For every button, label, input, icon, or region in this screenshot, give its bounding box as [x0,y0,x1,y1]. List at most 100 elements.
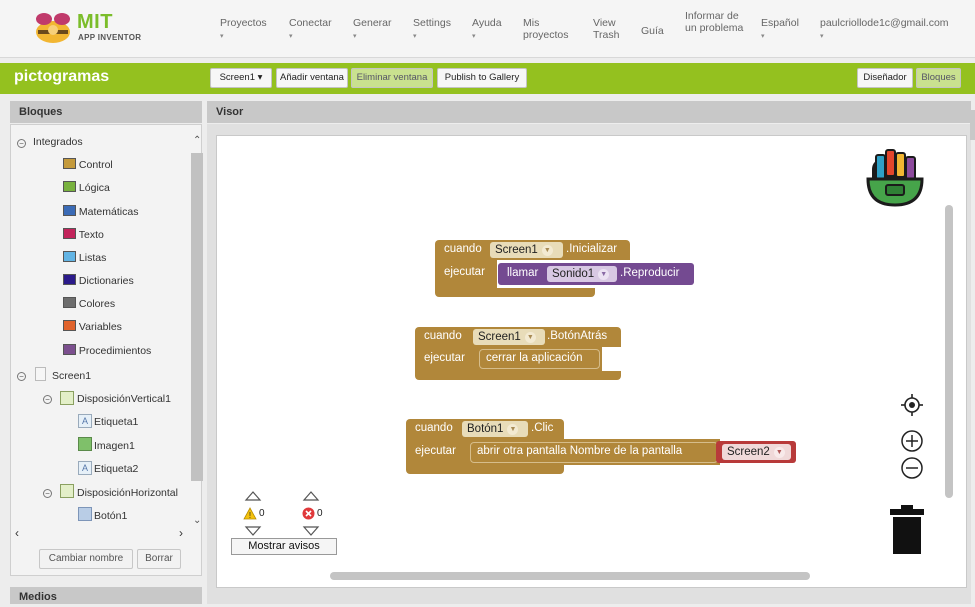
component-dropdown[interactable]: Botón1 ▼ [462,421,528,437]
dropdown-value: Sonido1 [552,268,595,280]
category-label: Control [78,159,113,171]
tree-horizontal-scrollbar[interactable]: ‹ › [11,526,203,541]
scroll-thumb[interactable] [191,153,203,481]
nav-account[interactable]: paulcriollode1c@gmail.com ▾ [820,17,949,43]
dropdown-arrow-icon: ▼ [773,447,785,458]
component-etiqueta2[interactable]: Etiqueta2 [94,463,138,475]
screen-name-dropdown[interactable]: Screen2 ▼ [722,444,791,460]
component-imagen1[interactable]: Imagen1 [94,440,135,452]
component-boton1[interactable]: Botón1 [94,510,127,522]
nav-language[interactable]: Español ▾ [761,17,799,43]
zoom-in-icon[interactable] [900,429,924,453]
call-block-sound-play[interactable]: llamar Sonido1 ▼ .Reproducir [498,263,694,285]
nav-label: Settings [413,17,451,29]
category-text[interactable]: Texto [63,228,104,241]
designer-button[interactable]: Diseñador [857,68,913,88]
category-lists[interactable]: Listas [63,251,106,264]
tree-builtin[interactable]: Integrados [33,136,83,148]
dropdown-value: Screen1 [478,331,521,343]
component-disposicion-horizontal[interactable]: DisposiciónHorizontal [77,487,178,499]
nav-conectar[interactable]: Conectar ▾ [289,17,332,43]
category-procedures[interactable]: Procedimientos [63,344,151,357]
collapse-icon[interactable]: − [17,372,26,381]
button-icon [78,507,92,521]
dropdown-value: Screen1 [495,244,538,256]
collapse-icon[interactable]: − [43,395,52,404]
text-block-screen2[interactable]: Screen2 ▼ [716,441,796,463]
scroll-down-icon[interactable]: ⌄ [193,515,201,526]
backpack-icon[interactable] [862,145,928,211]
component-disposicion-vertical1[interactable]: DisposiciónVertical1 [77,393,171,405]
nav-settings[interactable]: Settings ▾ [413,17,451,43]
add-screen-button[interactable]: Añadir ventana [276,68,348,88]
procedures-color-icon [63,344,76,355]
chevron-down-icon: ▾ [353,33,357,40]
delete-button[interactable]: Borrar [137,549,181,569]
category-variables[interactable]: Variables [63,320,122,333]
remove-screen-button[interactable]: Eliminar ventana [351,68,433,88]
dropdown-arrow-icon: ▼ [541,245,553,256]
canvas-vertical-scrollbar[interactable] [945,205,953,498]
collapse-icon[interactable]: − [43,489,52,498]
category-logic[interactable]: Lógica [63,181,110,194]
category-label: Colores [78,298,116,310]
category-control[interactable]: Control [63,158,113,171]
nav-proyectos[interactable]: Proyectos ▾ [220,17,267,43]
error-icon [302,507,315,520]
center-target-icon[interactable] [901,394,923,416]
brand-subtitle: APP INVENTOR [78,33,142,42]
nav-guia[interactable]: Guía [641,25,664,37]
nav-informar-problema[interactable]: Informar de un problema [685,10,745,34]
category-math[interactable]: Matemáticas [63,205,138,218]
blocks-button[interactable]: Bloques [916,68,961,88]
nav-generar[interactable]: Generar ▾ [353,17,392,43]
component-etiqueta1[interactable]: Etiqueta1 [94,416,138,428]
errors-up-arrow-icon[interactable] [302,490,320,502]
screen-select[interactable]: Screen1 ▾ [210,68,272,88]
nav-mis-proyectos[interactable]: Mis proyectos [523,17,571,41]
label-icon: A [78,461,92,475]
chevron-down-icon: ▾ [472,33,476,40]
event-block-screen1-initialize[interactable]: cuando Screen1 ▼ .Inicializar [435,240,630,260]
event-block-button1-click[interactable]: cuando Botón1 ▼ .Clic [406,419,564,439]
zoom-out-icon[interactable] [900,456,924,480]
errors-down-arrow-icon[interactable] [302,525,320,537]
category-dictionaries[interactable]: Dictionaries [63,274,134,287]
scroll-up-icon[interactable]: ⌃ [193,135,201,146]
tree-vertical-scrollbar[interactable]: ⌃ ⌄ [191,135,203,529]
warnings-up-arrow-icon[interactable] [244,490,262,502]
warnings-down-arrow-icon[interactable] [244,525,262,537]
nav-label: Ayuda [472,17,502,29]
action-block-open-screen[interactable]: abrir otra pantalla Nombre de la pantall… [468,439,720,465]
rename-button[interactable]: Cambiar nombre [39,549,133,569]
component-screen1[interactable]: Screen1 [52,370,91,382]
category-label: Dictionaries [78,275,134,287]
canvas-horizontal-scrollbar[interactable] [330,572,810,580]
event-block-screen1-back-pressed[interactable]: cuando Screen1 ▼ .BotónAtrás [415,327,621,347]
nav-view-trash[interactable]: View Trash [593,17,629,41]
event-block-body: ejecutar [415,347,477,371]
top-navigation: MIT APP INVENTOR Proyectos ▾ Conectar ▾ … [0,0,975,58]
chevron-down-icon: ▾ [413,33,417,40]
show-warnings-button[interactable]: Mostrar avisos [231,538,337,555]
nav-label: Proyectos [220,17,267,29]
publish-gallery-button[interactable]: Publish to Gallery [437,68,527,88]
page-scrollbar[interactable] [970,110,975,140]
chevron-down-icon: ▾ [761,33,765,40]
app-inventor-logo[interactable]: MIT APP INVENTOR [32,10,172,50]
collapse-icon[interactable]: − [17,139,26,148]
component-dropdown[interactable]: Screen1 ▼ [490,242,563,258]
label-icon: A [78,414,92,428]
component-dropdown[interactable]: Sonido1 ▼ [547,266,617,282]
component-dropdown[interactable]: Screen1 ▼ [473,329,545,345]
scroll-right-icon[interactable]: › [179,526,183,540]
block-event: .Clic [531,422,554,434]
lists-color-icon [63,251,76,262]
scroll-left-icon[interactable]: ‹ [15,526,19,540]
event-block-footer [415,371,621,380]
category-colors[interactable]: Colores [63,297,115,310]
block-keyword: cuando [415,422,453,434]
trash-icon[interactable] [889,505,925,555]
nav-ayuda[interactable]: Ayuda ▾ [472,17,502,43]
action-block-close-app[interactable]: cerrar la aplicación [477,347,602,371]
